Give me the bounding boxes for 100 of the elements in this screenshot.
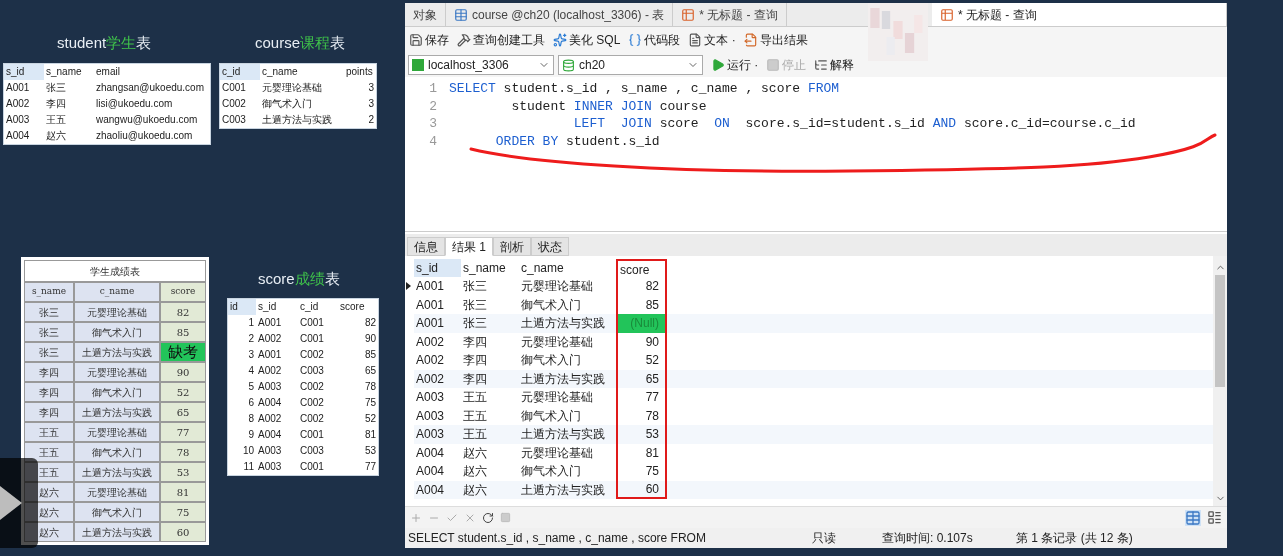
result-tab[interactable]: 剖析	[493, 237, 531, 256]
result-tab[interactable]: 结果 1	[445, 237, 493, 256]
run-control[interactable]: 解释	[814, 56, 855, 74]
table-cell: 元婴理论基础	[74, 422, 160, 442]
play-icon	[711, 58, 725, 72]
toolbar-button[interactable]: 美化 SQL	[553, 31, 621, 49]
table-cell-text: 77	[363, 460, 377, 474]
grid-cell[interactable]: 御气术入门	[519, 462, 616, 481]
add-icon[interactable]	[410, 511, 422, 524]
grid-cell[interactable]: 82	[616, 277, 667, 296]
column-header[interactable]: s_id	[414, 259, 461, 277]
grid-cell[interactable]: 77	[616, 388, 667, 407]
table-title: student学生表	[57, 33, 152, 53]
column-header[interactable]: s_name	[461, 259, 519, 277]
run-control[interactable]: 运行 ·	[711, 56, 759, 74]
grid-cell[interactable]: 81	[616, 443, 667, 462]
grid-cell[interactable]: 御气术入门	[519, 406, 616, 425]
grid-cell[interactable]: A001	[414, 314, 461, 333]
refresh-icon[interactable]	[482, 511, 494, 524]
database-select[interactable]: ch20	[558, 55, 703, 75]
grid-cell[interactable]: 王五	[461, 425, 519, 444]
document-tab[interactable]: * 无标题 - 查询	[932, 3, 1227, 26]
table-title: course课程表	[255, 33, 346, 53]
column-header: score	[160, 282, 206, 302]
grid-cell[interactable]: 李四	[461, 351, 519, 370]
grid-cell[interactable]: A002	[414, 332, 461, 351]
grid-cell[interactable]: 李四	[461, 332, 519, 351]
column-header[interactable]: c_name	[519, 259, 616, 277]
table-cell-text: C002	[299, 348, 325, 362]
table-cell-text: 3	[367, 81, 375, 95]
grid-cell[interactable]: A001	[414, 277, 461, 296]
toolbar-button[interactable]: 查询创建工具	[457, 31, 545, 49]
grid-cell[interactable]: 御气术入门	[519, 351, 616, 370]
grid-cell[interactable]: 赵六	[461, 443, 519, 462]
line-number: 4	[428, 132, 438, 150]
toolbar-button[interactable]: 保存	[409, 31, 449, 49]
play-button[interactable]	[0, 458, 38, 548]
column-header[interactable]: score	[616, 259, 667, 277]
table-cell-text: 3	[367, 97, 375, 111]
grid-cell[interactable]: 王五	[461, 406, 519, 425]
grid-cell[interactable]: A004	[414, 480, 461, 499]
table-icon	[454, 7, 468, 22]
grid-cell[interactable]: 53	[616, 425, 667, 444]
grid-cell[interactable]: 60	[616, 480, 667, 499]
grid-cell[interactable]: 赵六	[461, 462, 519, 481]
grid-cell[interactable]: A002	[414, 351, 461, 370]
table-cell: 53	[160, 462, 206, 482]
grid-cell[interactable]: 元婴理论基础	[519, 277, 616, 296]
grid-cell[interactable]: 张三	[461, 314, 519, 333]
table-cell-text: zhangsan@ukoedu.com	[95, 81, 205, 95]
table-cell-text: C002	[299, 380, 325, 394]
grid-cell[interactable]: 赵六	[461, 480, 519, 499]
grid-cell[interactable]: 65	[616, 369, 667, 388]
toolbar-button[interactable]: 文本 ·	[688, 31, 736, 49]
grid-cell[interactable]: A003	[414, 425, 461, 444]
connection-icon	[412, 59, 424, 71]
grid-cell[interactable]: 90	[616, 332, 667, 351]
table-cell-text: A002	[5, 97, 31, 111]
scrollbar-thumb[interactable]	[1215, 275, 1225, 387]
grid-cell[interactable]: 土遁方法与实践	[519, 425, 616, 444]
result-tab[interactable]: 信息	[407, 237, 445, 256]
grid-cell[interactable]: 御气术入门	[519, 295, 616, 314]
hammer-icon	[457, 33, 471, 47]
stop-icon[interactable]	[500, 512, 511, 523]
grid-cell[interactable]: A003	[414, 406, 461, 425]
form-view-icon[interactable]	[1207, 510, 1222, 525]
grid-cell[interactable]: 张三	[461, 277, 519, 296]
column-header: s_id	[257, 300, 278, 314]
grid-cell[interactable]: 土遁方法与实践	[519, 314, 616, 333]
table-cell: 御气术入门	[74, 382, 160, 402]
toolbar-button[interactable]: 代码段	[628, 31, 681, 49]
column-header: id	[228, 299, 256, 315]
grid-cell[interactable]: A001	[414, 295, 461, 314]
grid-cell[interactable]: A004	[414, 462, 461, 481]
table-cell: 82	[160, 302, 206, 322]
scrollbar[interactable]	[1213, 256, 1227, 506]
grid-cell[interactable]: 元婴理论基础	[519, 388, 616, 407]
table-cell-text: 3	[247, 348, 255, 362]
column-header: points	[345, 65, 374, 79]
grid-cell[interactable]: 张三	[461, 295, 519, 314]
table-cell-text: A004	[5, 129, 31, 143]
table-cell: 李四	[24, 382, 74, 402]
grid-cell[interactable]: A002	[414, 369, 461, 388]
grid-cell[interactable]: 元婴理论基础	[519, 443, 616, 462]
grid-cell[interactable]: 土遁方法与实践	[519, 369, 616, 388]
grid-cell[interactable]: 元婴理论基础	[519, 332, 616, 351]
result-tab[interactable]: 状态	[531, 237, 569, 256]
grid-view-icon[interactable]	[1185, 509, 1201, 526]
grid-cell[interactable]: 李四	[461, 369, 519, 388]
grid-cell[interactable]: 土遁方法与实践	[519, 480, 616, 499]
connection-select[interactable]: localhost_3306	[408, 55, 554, 75]
table-cell: 御气术入门	[74, 502, 160, 522]
table-cell: 王五	[24, 442, 74, 462]
toolbar-button[interactable]: 导出结果	[743, 31, 808, 49]
grid-cell[interactable]: A003	[414, 388, 461, 407]
table-cell-text: 土遁方法与实践	[261, 113, 333, 127]
table-cell-text: 4	[247, 364, 255, 378]
grid-cell[interactable]: A004	[414, 443, 461, 462]
table-cell: 元婴理论基础	[74, 362, 160, 382]
grid-cell[interactable]: 王五	[461, 388, 519, 407]
